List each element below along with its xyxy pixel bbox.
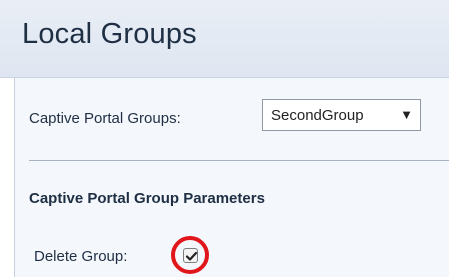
- delete-group-checkbox[interactable]: [183, 248, 198, 263]
- captive-portal-groups-select[interactable]: SecondGroup ▼: [262, 99, 421, 131]
- check-icon: [185, 251, 198, 261]
- captive-portal-groups-value: SecondGroup: [271, 107, 364, 124]
- captive-portal-groups-label: Captive Portal Groups:: [29, 110, 181, 127]
- parameters-heading: Captive Portal Group Parameters: [29, 190, 265, 207]
- chevron-down-icon: ▼: [400, 107, 413, 122]
- section-divider: [29, 160, 449, 161]
- delete-group-highlight-ring: [171, 236, 209, 274]
- page-title: Local Groups: [22, 18, 197, 50]
- page-frame: Local Groups Captive Portal Groups: Seco…: [0, 0, 449, 277]
- delete-group-label: Delete Group:: [34, 248, 128, 265]
- title-bar: Local Groups: [0, 0, 449, 78]
